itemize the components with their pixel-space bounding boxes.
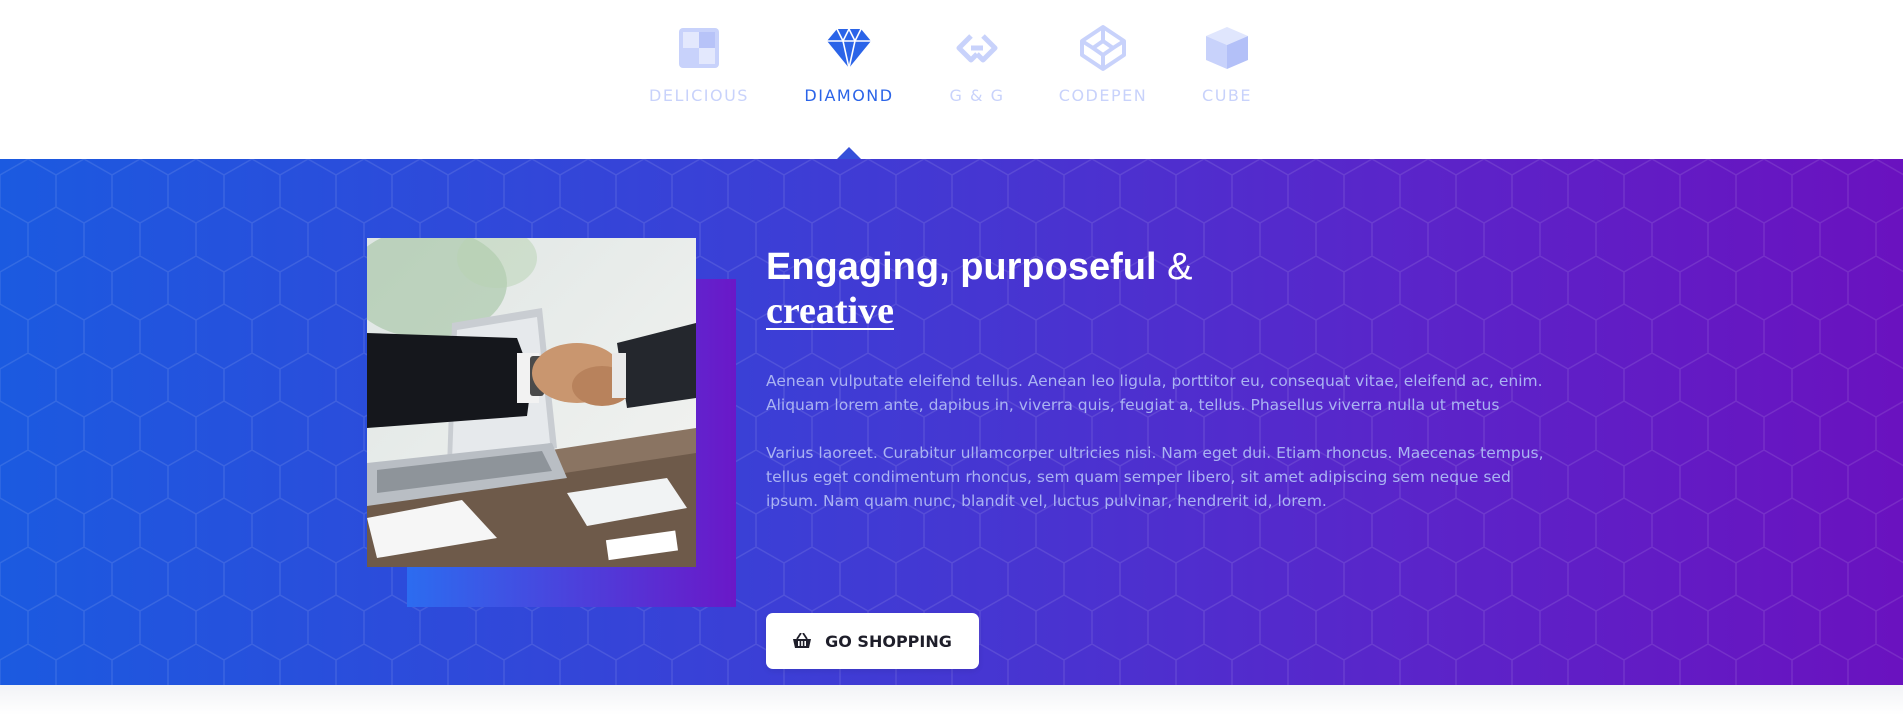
cube-icon (1206, 27, 1248, 69)
gg-icon (956, 34, 998, 63)
headline-amp: & (1167, 246, 1193, 288)
tab-codepen[interactable]: CODEPEN (1033, 24, 1173, 105)
tab-gg[interactable]: G & G (907, 24, 1047, 105)
feature-tabs: DELICIOUS DIAMOND G & G CODEPEN CUBE (0, 0, 1903, 160)
tab-cube[interactable]: CUBE (1157, 24, 1297, 105)
tab-diamond[interactable]: DIAMOND (779, 24, 919, 105)
tab-label: G & G (949, 86, 1005, 105)
hero-headline: Engaging, purposeful & creative (766, 245, 1546, 333)
tab-label: CODEPEN (1058, 86, 1148, 105)
hero-paragraph-2: Varius laoreet. Curabitur ullamcorper ul… (766, 444, 1544, 510)
delicious-icon (679, 28, 719, 68)
handshake-photo (367, 238, 696, 567)
hero-section: Engaging, purposeful & creative Aenean v… (0, 159, 1903, 685)
section-divider (0, 685, 1903, 715)
go-shopping-button[interactable]: GO SHOPPING (766, 613, 979, 669)
headline-accent: creative (766, 290, 894, 332)
tab-label: CUBE (1202, 86, 1252, 105)
hero-content: Engaging, purposeful & creative Aenean v… (766, 245, 1546, 669)
tab-label: DELICIOUS (649, 86, 749, 105)
codepen-icon (1080, 25, 1126, 71)
tab-label: DIAMOND (804, 86, 894, 105)
go-shopping-label: GO SHOPPING (825, 631, 952, 651)
hero-paragraph-1: Aenean vulputate eleifend tellus. Aenean… (766, 372, 1543, 414)
diamond-icon (827, 27, 871, 69)
basket-icon (793, 633, 812, 648)
tab-delicious[interactable]: DELICIOUS (629, 24, 769, 105)
headline-main: Engaging, purposeful (766, 246, 1157, 288)
